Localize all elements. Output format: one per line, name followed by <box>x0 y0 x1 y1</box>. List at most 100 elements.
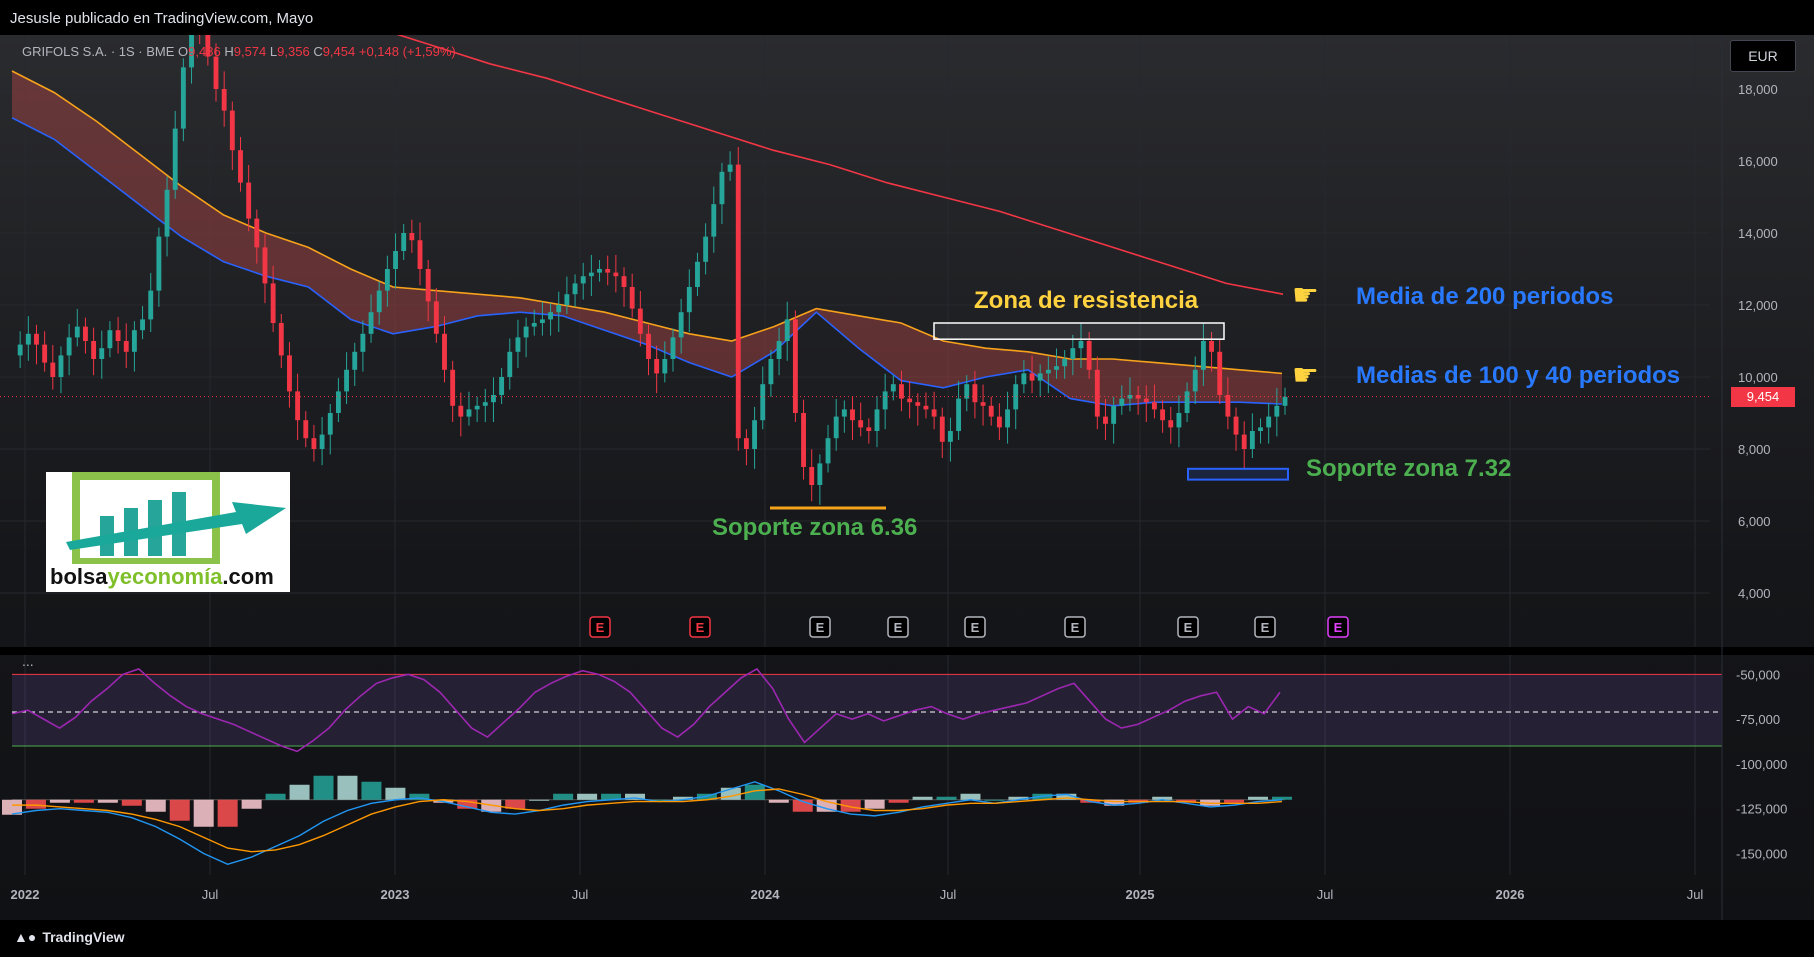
tradingview-brand[interactable]: ▲● TradingView <box>14 929 131 946</box>
candle-body <box>1266 416 1272 428</box>
candle-body <box>1233 416 1239 435</box>
macd-histogram-bar <box>936 796 957 800</box>
candle-body <box>597 269 602 273</box>
candle-body <box>344 369 350 392</box>
logo-chart-icon <box>66 472 286 566</box>
candle-body <box>727 164 733 172</box>
candle-body <box>1209 341 1214 352</box>
macd-histogram-bar <box>960 793 981 800</box>
candle-body <box>768 359 774 385</box>
footer-bar: ▲● TradingView <box>0 920 1814 957</box>
macd-histogram-bar <box>193 799 214 827</box>
candle-body <box>474 405 480 410</box>
indicator-menu[interactable]: ... <box>22 653 34 669</box>
legend-symbol: GRIFOLS S.A. · 1S · BME <box>22 44 175 59</box>
annotation-ma100-40: Medias de 100 y 40 periodos <box>1356 362 1681 389</box>
candle-body <box>1045 369 1051 374</box>
macd-histogram-bar <box>361 781 382 800</box>
candle-body <box>629 287 635 309</box>
candle-body <box>246 182 252 219</box>
candle-body <box>792 319 798 413</box>
candle-body <box>1103 416 1108 424</box>
legend-close: 9,454 <box>322 44 356 59</box>
candle-body <box>996 416 1002 428</box>
candle-body <box>66 337 72 356</box>
pointing-hand-icon: ☛ <box>1292 279 1319 312</box>
earnings-marker-label: E <box>971 620 980 635</box>
candle-body <box>988 405 994 417</box>
candle-body <box>466 409 472 417</box>
candle-body <box>784 319 790 341</box>
candle-body <box>335 391 341 413</box>
candle-body <box>458 405 464 417</box>
candle-body <box>703 236 709 262</box>
candle-body <box>34 333 39 345</box>
candle-body <box>588 272 594 277</box>
annotation-support-732: Soporte zona 7.32 <box>1306 455 1512 482</box>
candle-body <box>123 341 129 352</box>
candle-body <box>156 236 162 291</box>
candle-body <box>425 269 431 302</box>
time-tick-label: 2025 <box>1126 887 1155 902</box>
macd-histogram-bar <box>217 799 238 827</box>
candle-body <box>1200 341 1206 370</box>
candle-body <box>670 337 676 359</box>
macd-histogram-bar <box>553 793 574 800</box>
support-732-box <box>1187 467 1289 481</box>
candle-body <box>572 283 578 295</box>
macd-histogram-bar <box>145 799 166 812</box>
candle-body <box>890 384 896 392</box>
pane-separator <box>0 647 1814 655</box>
earnings-marker-label: E <box>596 620 605 635</box>
candle-body <box>140 319 145 331</box>
candle-body <box>556 305 562 313</box>
candle-body <box>319 434 325 449</box>
currency-button[interactable]: EUR <box>1730 40 1796 72</box>
earnings-marker-label: E <box>696 620 705 635</box>
time-tick-label: 2026 <box>1496 887 1525 902</box>
candle-body <box>1005 409 1010 428</box>
candle-body <box>368 312 374 334</box>
candle-body <box>1021 373 1027 385</box>
candle-body <box>1013 384 1019 410</box>
candle-body <box>1160 409 1166 421</box>
candle-body <box>605 269 611 273</box>
macd-histogram-bar <box>864 799 885 809</box>
candle-body <box>131 330 137 352</box>
candle-body <box>1111 405 1117 424</box>
candle-body <box>980 402 986 406</box>
annotation-ma200: Media de 200 periodos <box>1356 283 1614 310</box>
candle-body <box>711 204 717 237</box>
macd-histogram-bar <box>577 793 598 800</box>
candle-body <box>254 218 260 248</box>
macd-histogram-bar <box>888 799 909 803</box>
candle-body <box>899 384 904 399</box>
earnings-marker-label: E <box>894 620 903 635</box>
candle-body <box>270 283 276 323</box>
indicator-tick-label: -125,000 <box>1736 802 1787 817</box>
bolsayeconomia-logo: bolsayeconomía.com <box>46 472 290 592</box>
indicator-tick-label: -75,000 <box>1736 712 1780 727</box>
candle-body <box>613 272 619 277</box>
candle-body <box>507 351 513 377</box>
price-tick-label: 16,000 <box>1738 154 1778 169</box>
candle-body <box>221 89 227 111</box>
candle-body <box>303 420 309 439</box>
price-tick-label: 4,000 <box>1738 586 1771 601</box>
macd-histogram-bar <box>984 799 1005 801</box>
candle-body <box>393 251 398 269</box>
time-tick-label: Jul <box>1317 887 1334 902</box>
macd-histogram-bar <box>265 793 286 800</box>
candle-body <box>1086 341 1092 370</box>
candle-body <box>1152 402 1157 410</box>
symbol-legend[interactable]: GRIFOLS S.A. · 1S · BME O9,486 H9,574 L9… <box>22 44 456 59</box>
candle-body <box>58 355 64 377</box>
legend-low: 9,356 <box>277 44 310 59</box>
candle-body <box>686 287 692 313</box>
logo-text: bolsayeconomía.com <box>50 564 274 589</box>
candle-body <box>83 326 88 341</box>
candle-body <box>1029 373 1035 381</box>
candle-body <box>1054 366 1059 370</box>
macd-histogram-bar <box>385 787 406 800</box>
macd-histogram-bar <box>1272 796 1292 800</box>
